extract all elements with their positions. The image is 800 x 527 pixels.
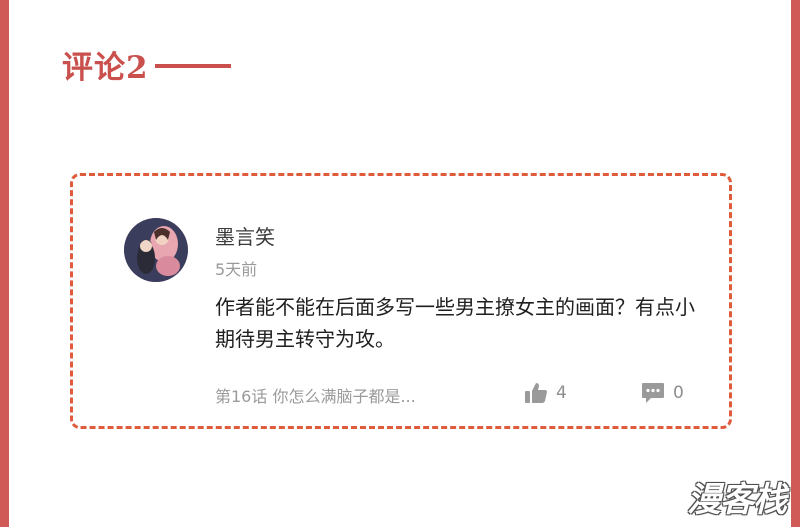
site-watermark-logo: 漫客栈 bbox=[687, 480, 787, 520]
section-title: 评论2 bbox=[62, 50, 149, 86]
title-underline bbox=[154, 63, 231, 68]
comment-timestamp: 5天前 bbox=[215, 260, 258, 279]
page-frame-right bbox=[791, 0, 800, 527]
reply-count: 0 bbox=[673, 383, 684, 403]
avatar-image bbox=[124, 218, 188, 282]
like-count: 4 bbox=[556, 383, 567, 403]
comment-username[interactable]: 墨言笑 bbox=[215, 221, 275, 250]
thumbs-up-icon bbox=[524, 382, 548, 404]
reply-button[interactable]: 0 bbox=[641, 382, 684, 404]
page-frame-left bbox=[0, 0, 9, 527]
comment-bubble-icon bbox=[641, 382, 665, 404]
section-heading: 评论2 bbox=[62, 42, 231, 87]
chapter-reference-link[interactable]: 第16话 你怎么满脑子都是... bbox=[215, 383, 416, 407]
like-button[interactable]: 4 bbox=[524, 382, 567, 404]
avatar[interactable] bbox=[124, 218, 188, 282]
comment-text: 作者能不能在后面多写一些男主撩女主的画面？有点小期待男主转守为攻。 bbox=[215, 295, 695, 351]
